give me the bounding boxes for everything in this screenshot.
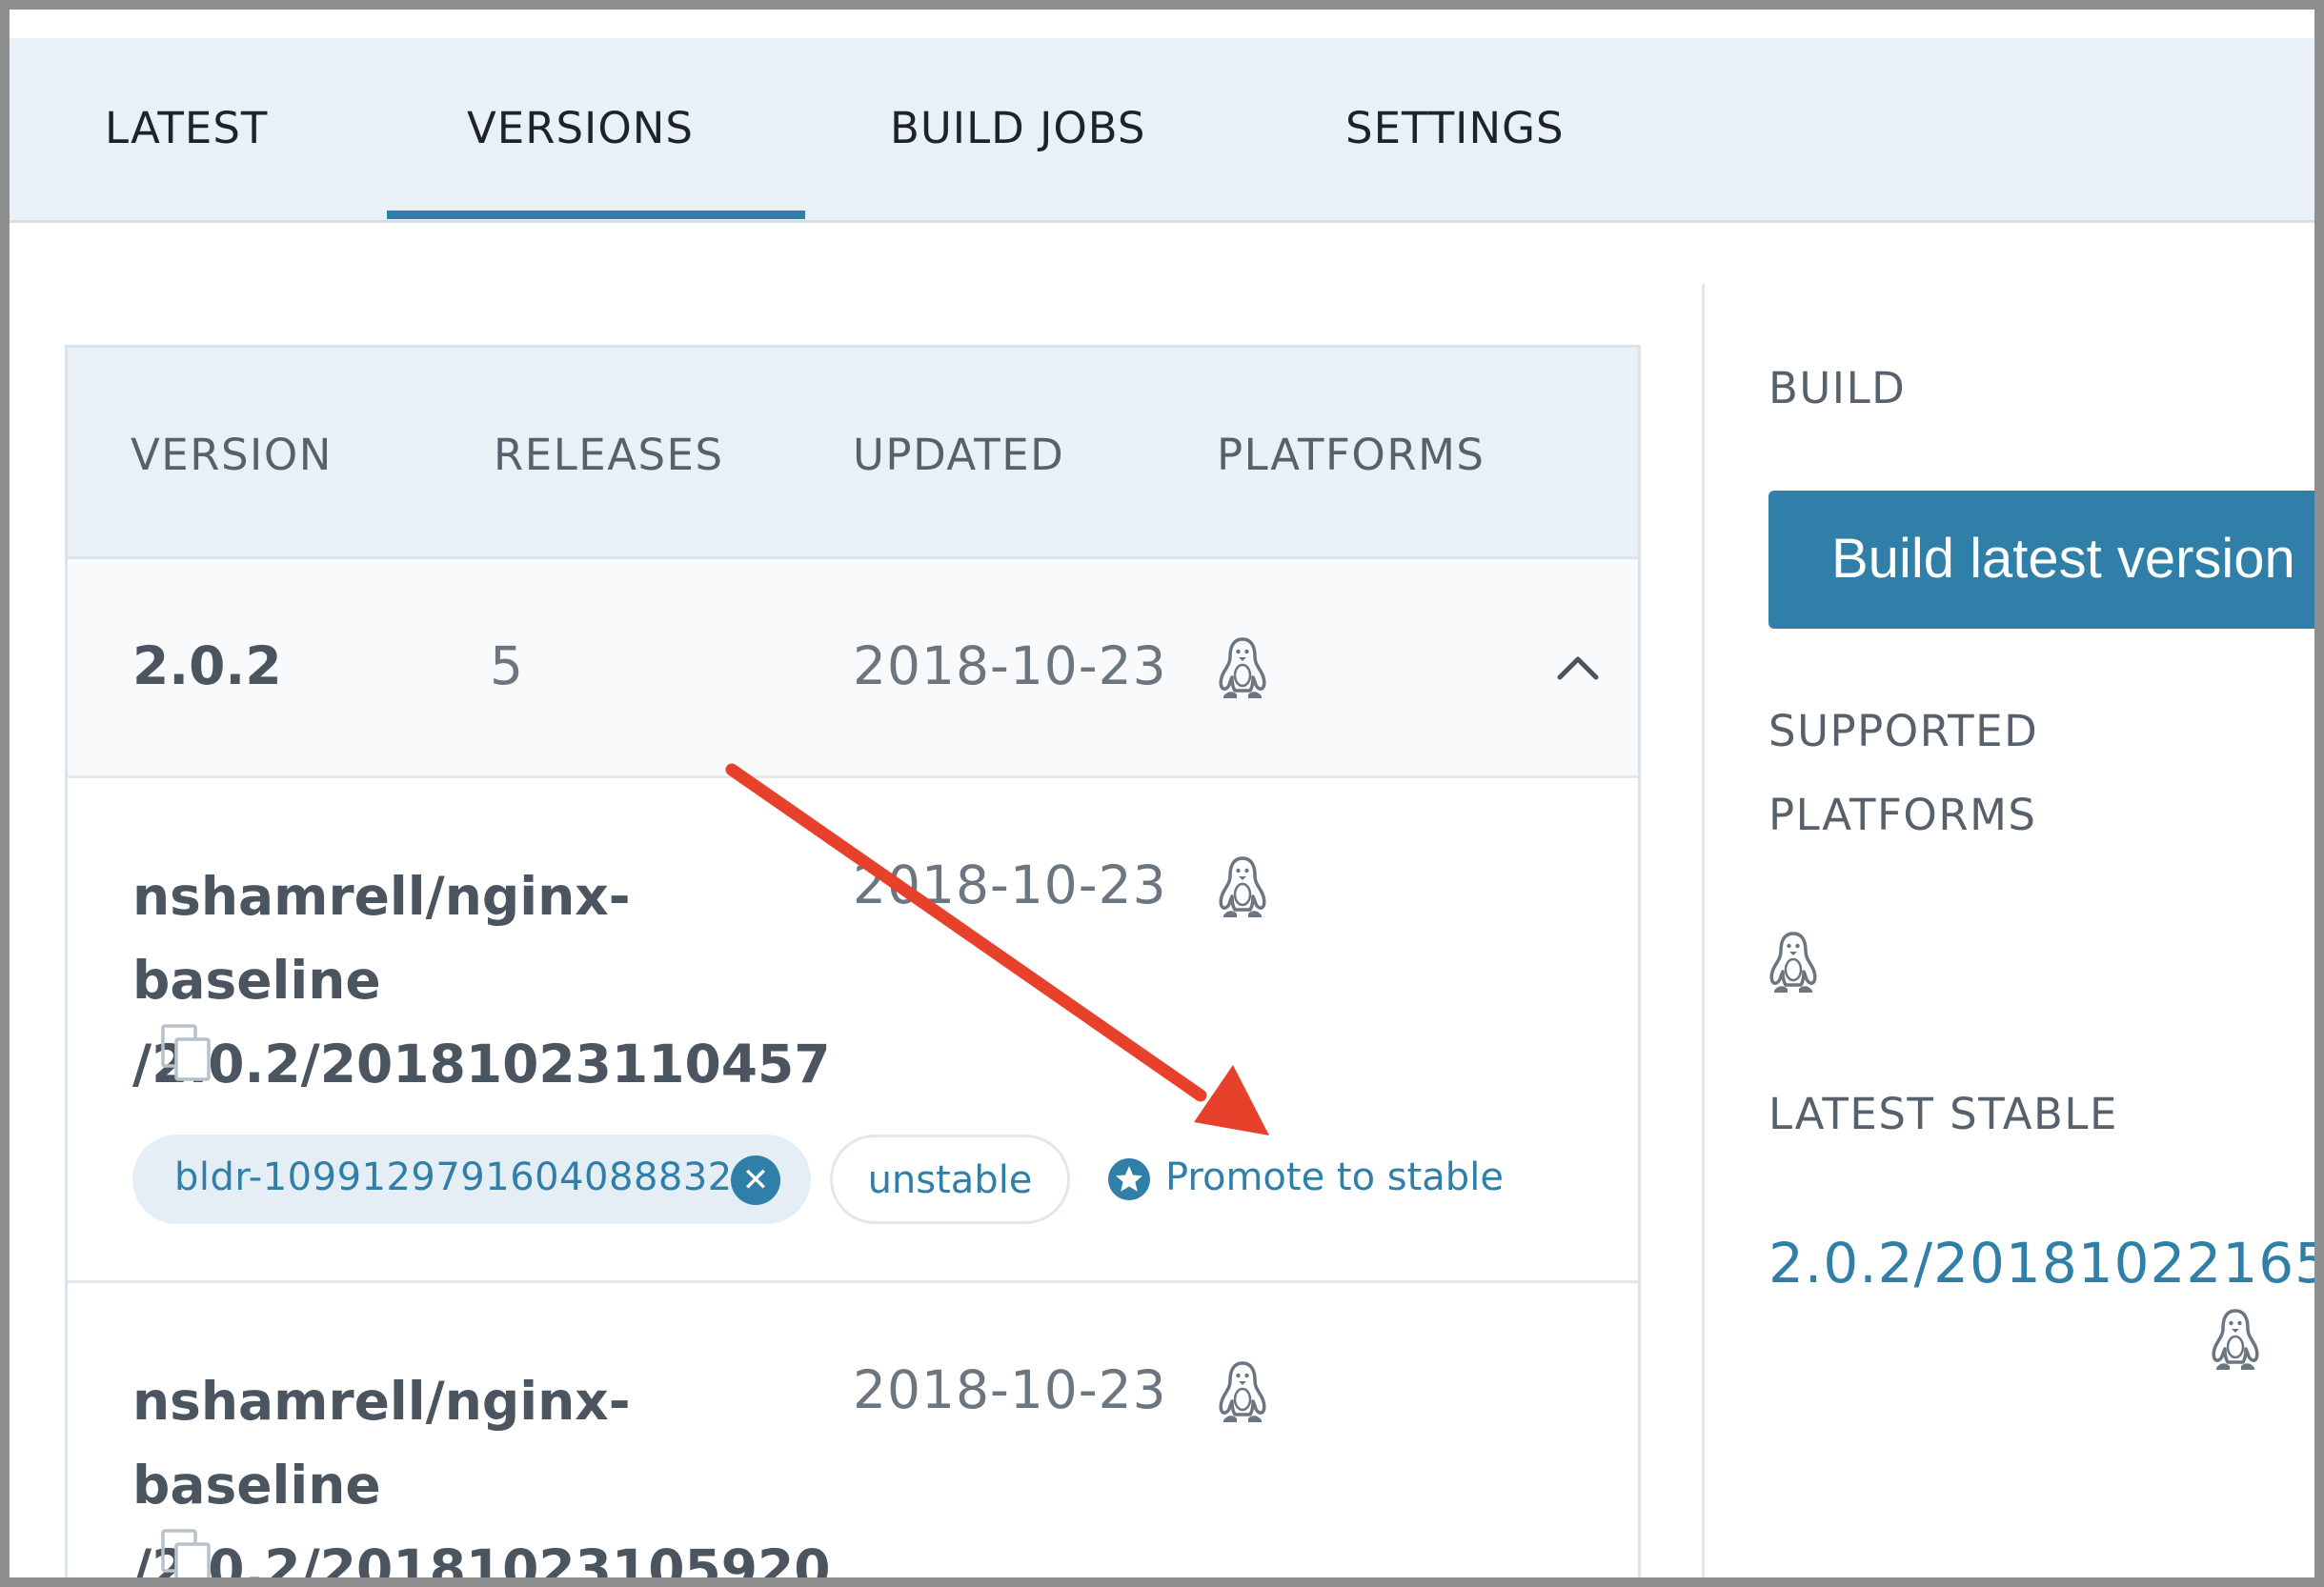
table-header: VERSION RELEASES UPDATED PLATFORMS xyxy=(68,348,1638,559)
tab-versions[interactable]: VERSIONS xyxy=(467,103,694,153)
star-icon xyxy=(1108,1158,1150,1200)
release-row: nshamrell/nginx-baseline /2.0.2/20181023… xyxy=(68,778,1638,1283)
linux-tux-icon xyxy=(1214,854,1271,921)
latest-stable-heading: LATEST STABLE xyxy=(1768,1089,2118,1139)
copy-icon[interactable] xyxy=(161,1529,212,1587)
copy-icon[interactable] xyxy=(161,1024,212,1083)
app-window: LATEST VERSIONS BUILD JOBS SETTINGS VERS… xyxy=(0,0,2324,1587)
tab-build-jobs[interactable]: BUILD JOBS xyxy=(890,103,1145,153)
column-header-releases: RELEASES xyxy=(494,430,724,480)
column-header-platforms: PLATFORMS xyxy=(1217,430,1485,480)
build-latest-version-button[interactable]: Build latest version xyxy=(1768,491,2314,629)
release-updated-date: 2018-10-23 xyxy=(853,1359,1167,1420)
updated-date: 2018-10-23 xyxy=(853,635,1167,696)
versions-table: VERSION RELEASES UPDATED PLATFORMS 2.0.2… xyxy=(65,345,1641,1587)
linux-tux-icon xyxy=(2207,1307,2264,1374)
channel-label: bldr-1099129791604088832 xyxy=(174,1155,733,1199)
build-heading: BUILD xyxy=(1768,363,1907,413)
linux-tux-icon xyxy=(1765,930,1822,996)
release-identifier[interactable]: nshamrell/nginx-baseline /2.0.2/20181023… xyxy=(132,1359,838,1577)
release-row: nshamrell/nginx-baseline /2.0.2/20181023… xyxy=(68,1283,1638,1587)
release-identifier[interactable]: nshamrell/nginx-baseline /2.0.2/20181023… xyxy=(132,854,838,1106)
active-tab-indicator xyxy=(387,211,805,219)
latest-stable-release-link[interactable]: 2.0.2/20181022165234 xyxy=(1768,1231,2314,1296)
channel-badge: bldr-1099129791604088832 ✕ xyxy=(132,1135,811,1224)
tab-settings[interactable]: SETTINGS xyxy=(1345,103,1565,153)
release-updated-date: 2018-10-23 xyxy=(853,854,1167,915)
linux-tux-icon xyxy=(1214,635,1271,702)
version-row[interactable]: 2.0.2 5 2018-10-23 xyxy=(68,559,1638,778)
promote-label: Promote to stable xyxy=(1165,1155,1504,1199)
linux-tux-icon xyxy=(1214,1359,1271,1426)
unstable-badge: unstable xyxy=(830,1135,1070,1224)
supported-platforms-heading: SUPPORTED PLATFORMS xyxy=(1768,706,2039,840)
release-count: 5 xyxy=(490,635,523,696)
column-header-version: VERSION xyxy=(131,430,333,480)
build-button-label: Build latest version xyxy=(1831,528,2295,590)
tab-bar: LATEST VERSIONS BUILD JOBS SETTINGS xyxy=(10,38,2314,223)
tab-latest[interactable]: LATEST xyxy=(105,103,268,153)
version-number: 2.0.2 xyxy=(132,635,282,696)
sidebar-divider xyxy=(1702,284,1705,1577)
chevron-up-icon[interactable] xyxy=(1554,651,1602,685)
remove-channel-icon[interactable]: ✕ xyxy=(731,1155,780,1205)
column-header-updated: UPDATED xyxy=(853,430,1065,480)
unstable-label: unstable xyxy=(867,1158,1033,1202)
